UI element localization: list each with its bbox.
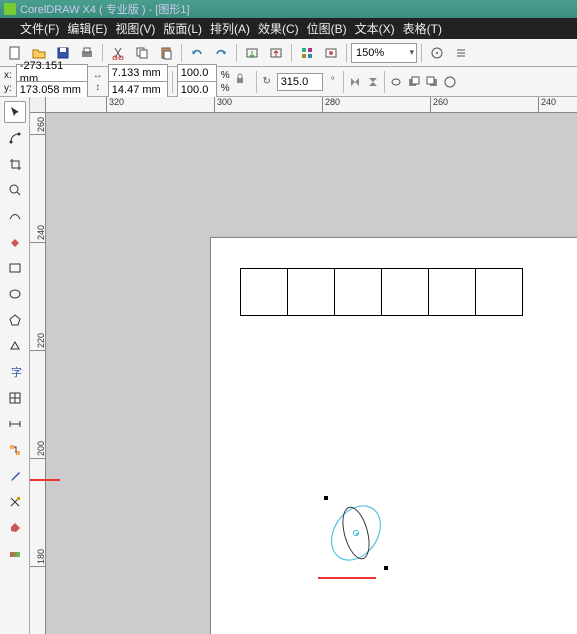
scale-x-field[interactable]: 100.0 — [177, 64, 217, 82]
mirror-h-button[interactable] — [348, 75, 362, 89]
cell — [287, 268, 335, 316]
main-area: 字 320300280260240 260240220200180 — [0, 97, 577, 634]
to-front-button[interactable] — [407, 75, 421, 89]
ruler-corner — [30, 97, 46, 113]
title-bar: CorelDRAW X4 ( 专业版 ) - [图形1] — [0, 0, 577, 18]
freehand-tool[interactable] — [4, 205, 26, 227]
zoom-value: 150% — [356, 47, 384, 59]
pick-tool[interactable] — [4, 101, 26, 123]
paste-button[interactable] — [155, 42, 177, 64]
wrap-button[interactable] — [389, 75, 403, 89]
outline-tool[interactable] — [4, 491, 26, 513]
table-row-boxes — [241, 268, 523, 316]
welcome-button[interactable] — [320, 42, 342, 64]
menu-text[interactable]: 文本(X) — [355, 20, 395, 37]
menu-view[interactable]: 视图(V) — [115, 20, 155, 37]
degree-label: ° — [327, 76, 339, 88]
cut-button[interactable] — [107, 42, 129, 64]
height-icon: ↕ — [92, 82, 104, 94]
ellipse-tool[interactable] — [4, 283, 26, 305]
menu-arrange[interactable]: 排列(A) — [210, 20, 250, 37]
x-field[interactable]: -273.151 mm — [16, 64, 88, 82]
dimension-tool[interactable] — [4, 413, 26, 435]
text-tool[interactable]: 字 — [4, 361, 26, 383]
title-text: CorelDRAW X4 ( 专业版 ) - [图形1] — [20, 1, 190, 17]
crop-tool[interactable] — [4, 153, 26, 175]
cell — [381, 268, 429, 316]
to-back-button[interactable] — [425, 75, 439, 89]
options-button[interactable] — [450, 42, 472, 64]
rectangle-tool[interactable] — [4, 257, 26, 279]
handle[interactable] — [384, 566, 388, 570]
smart-fill-tool[interactable] — [4, 231, 26, 253]
center-dot — [356, 533, 358, 535]
cell — [428, 268, 476, 316]
handle[interactable] — [324, 496, 328, 500]
selected-object[interactable] — [326, 498, 386, 568]
x-label: x: — [4, 70, 12, 81]
import-button[interactable] — [241, 42, 263, 64]
menu-file[interactable]: 文件(F) — [20, 20, 59, 37]
ruler-vertical: 260240220200180 — [30, 113, 46, 634]
redo-button[interactable] — [210, 42, 232, 64]
rotate-icon: ↻ — [261, 76, 273, 88]
zoom-tool[interactable] — [4, 179, 26, 201]
svg-text:字: 字 — [11, 365, 22, 379]
ruler-horizontal: 320300280260240 — [46, 97, 577, 113]
app-icon — [4, 3, 16, 15]
app-launcher-button[interactable] — [296, 42, 318, 64]
annotation-red-line-1 — [30, 479, 60, 481]
page — [210, 237, 577, 634]
menu-bar: 文件(F) 编辑(E) 视图(V) 版面(L) 排列(A) 效果(C) 位图(B… — [0, 18, 577, 39]
export-button[interactable] — [265, 42, 287, 64]
canvas-area[interactable]: 320300280260240 260240220200180 — [30, 97, 577, 634]
menu-edit[interactable]: 编辑(E) — [67, 20, 107, 37]
interactive-fill-tool[interactable] — [4, 543, 26, 565]
rotation-field[interactable]: 315.0 — [277, 73, 323, 91]
menu-bitmap[interactable]: 位图(B) — [307, 20, 347, 37]
y-label: y: — [4, 83, 12, 94]
pct1-label: % — [221, 69, 230, 82]
zoom-combo[interactable]: 150% — [351, 43, 417, 63]
annotation-red-line-2 — [318, 577, 376, 579]
eyedropper-tool[interactable] — [4, 465, 26, 487]
copy-button[interactable] — [131, 42, 153, 64]
cell — [240, 268, 288, 316]
basic-shapes-tool[interactable] — [4, 335, 26, 357]
polygon-tool[interactable] — [4, 309, 26, 331]
shape-tool[interactable] — [4, 127, 26, 149]
standard-toolbar: 150% — [0, 39, 577, 67]
property-bar: x: y: -273.151 mm 173.058 mm ↔ ↕ 7.133 m… — [0, 67, 577, 97]
pct2-label: % — [221, 82, 230, 95]
width-field[interactable]: 7.133 mm — [108, 64, 168, 82]
connector-tool[interactable] — [4, 439, 26, 461]
fill-tool[interactable] — [4, 517, 26, 539]
undo-button[interactable] — [186, 42, 208, 64]
cell — [334, 268, 382, 316]
table-tool[interactable] — [4, 387, 26, 409]
lock-ratio-button[interactable] — [234, 71, 252, 93]
menu-layout[interactable]: 版面(L) — [163, 20, 202, 37]
toolbox: 字 — [0, 97, 30, 634]
snapping-button[interactable] — [426, 42, 448, 64]
menu-effects[interactable]: 效果(C) — [258, 20, 299, 37]
cell — [475, 268, 523, 316]
mirror-v-button[interactable] — [366, 75, 380, 89]
menu-table[interactable]: 表格(T) — [403, 20, 442, 37]
convert-button[interactable] — [443, 75, 457, 89]
width-icon: ↔ — [92, 70, 104, 82]
